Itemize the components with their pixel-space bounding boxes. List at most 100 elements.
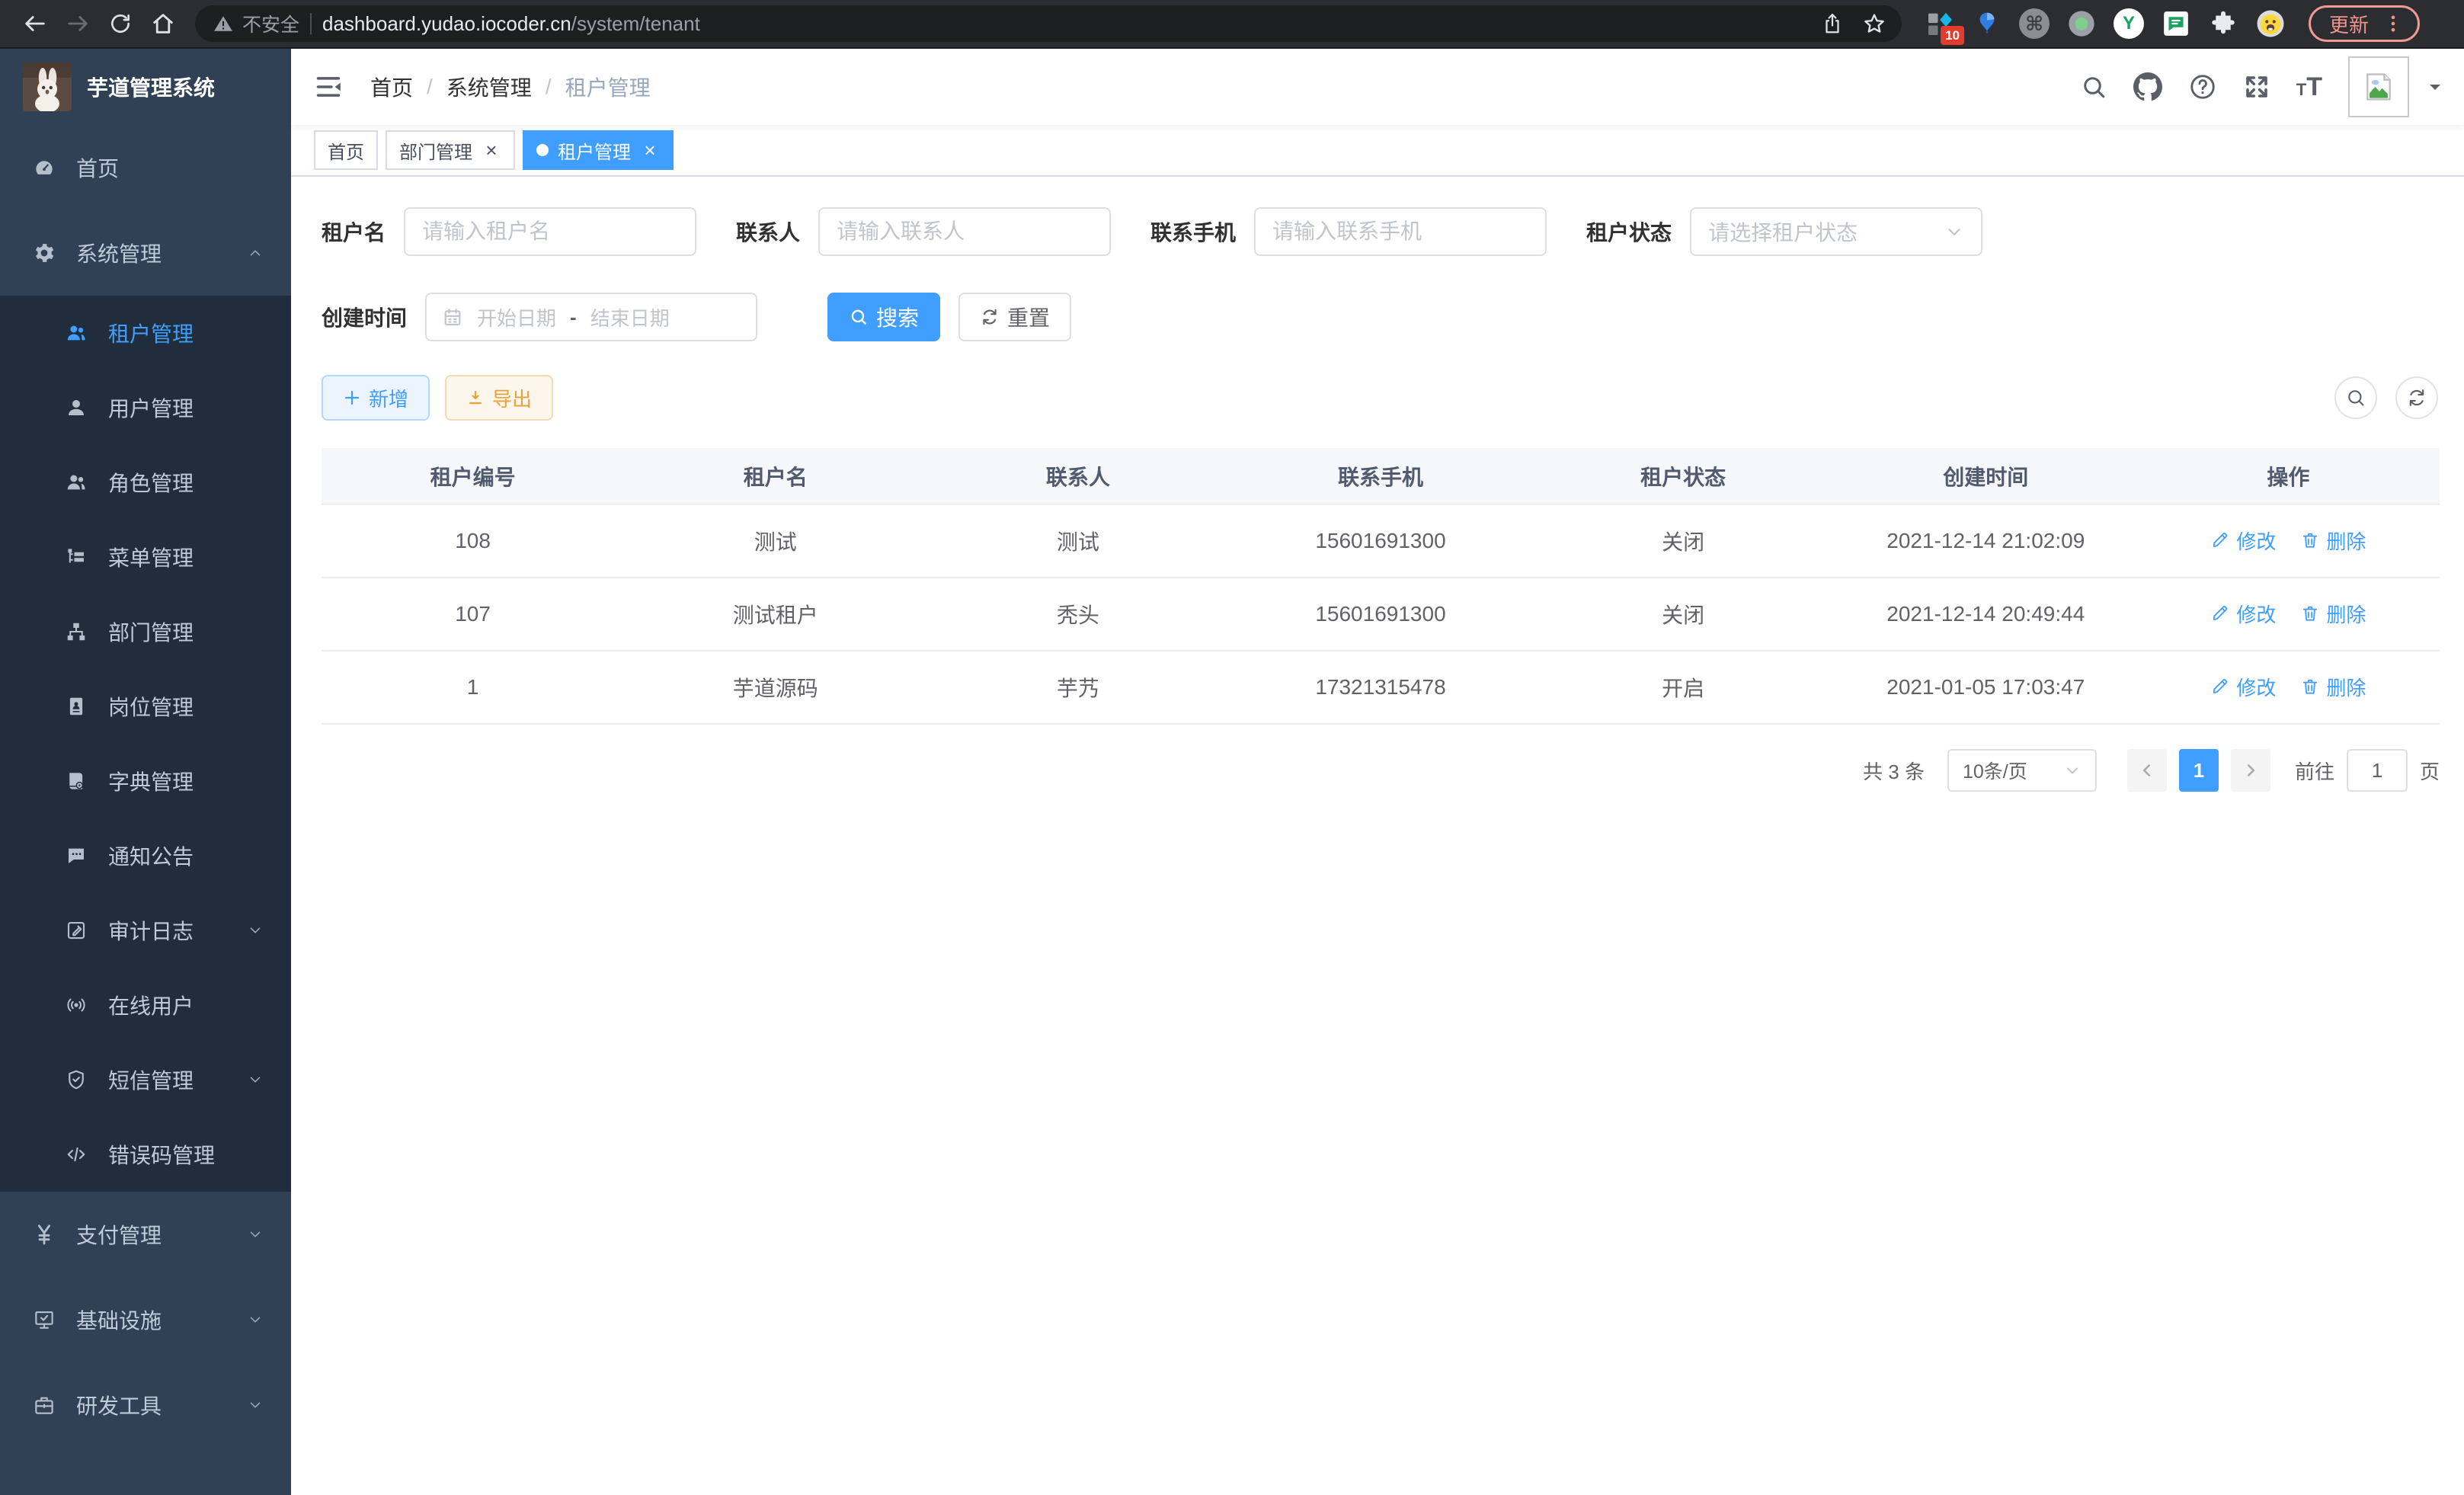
tab-label: 首页 (328, 137, 364, 164)
cell-name: 测试 (624, 504, 926, 578)
table-row: 107测试租户秃头15601691300关闭2021-12-14 20:49:4… (322, 578, 2440, 651)
breadcrumb-item: 租户管理 (565, 72, 651, 102)
page-size-select[interactable]: 10条/页 (1947, 749, 2097, 792)
url-text: dashboard.yudao.iocoder.cn/system/tenant (322, 12, 700, 36)
sidebar-item-role-management[interactable]: 角色管理 (0, 445, 291, 520)
tab-tenant-management[interactable]: 租户管理× (523, 130, 674, 170)
pagination: 共 3 条 10条/页 1 前往 页 (322, 749, 2440, 792)
calendar-icon (442, 306, 463, 328)
page-unit-label: 页 (2420, 757, 2440, 785)
sidebar-item-dict-management[interactable]: 字典管理 (0, 744, 291, 818)
chrome-update-button[interactable]: 更新 (2309, 5, 2420, 42)
extension-y-app-icon[interactable]: Y (2112, 7, 2146, 40)
avatar[interactable] (2348, 56, 2409, 117)
filter-contact: 联系人 (736, 207, 1111, 256)
prev-page-button[interactable] (2127, 749, 2167, 792)
sidebar-item-system-management[interactable]: 系统管理 (0, 210, 291, 296)
kebab-menu-icon[interactable] (2382, 13, 2404, 34)
export-button[interactable]: 导出 (445, 375, 553, 421)
search-button[interactable]: 搜索 (827, 293, 940, 341)
contact-input[interactable] (818, 207, 1111, 256)
browser-back-button[interactable] (15, 4, 55, 43)
edit-button[interactable]: 修改 (2210, 600, 2276, 628)
editlog-icon (62, 919, 90, 942)
sidebar-item-tenant-management[interactable]: 租户管理 (0, 296, 291, 370)
app-logo[interactable]: 芋道管理系统 (0, 49, 291, 125)
sidebar-item-pay-management[interactable]: 支付管理 (0, 1192, 291, 1277)
sidebar-item-user-management[interactable]: 用户管理 (0, 370, 291, 445)
sidebar-item-post-management[interactable]: 岗位管理 (0, 669, 291, 744)
bookmark-star-icon[interactable] (1862, 11, 1886, 36)
browser-home-button[interactable] (143, 4, 183, 43)
font-size-icon[interactable]: TT (2296, 74, 2322, 100)
current-page-button[interactable]: 1 (2179, 749, 2219, 792)
sidebar-item-infrastructure[interactable]: 基础设施 (0, 1277, 291, 1362)
edit-button[interactable]: 修改 (2210, 527, 2276, 555)
status-select-placeholder: 请选择租户状态 (1708, 216, 1858, 247)
date-separator: - (570, 306, 577, 329)
extension-recorder-icon[interactable] (2065, 7, 2098, 40)
filter-create-time: 创建时间 开始日期 - 结束日期 (322, 293, 757, 341)
extension-chat-icon[interactable] (2159, 7, 2193, 40)
cell-status: 开启 (1532, 651, 1835, 724)
hide-search-button[interactable] (2334, 376, 2377, 419)
date-range-picker[interactable]: 开始日期 - 结束日期 (425, 293, 757, 341)
sidebar-item-dept-management[interactable]: 部门管理 (0, 594, 291, 669)
delete-button[interactable]: 删除 (2300, 673, 2366, 701)
breadcrumb-item[interactable]: 系统管理 (446, 72, 532, 102)
cell-name: 芋道源码 (624, 651, 926, 724)
sidebar-item-audit-log[interactable]: 审计日志 (0, 893, 291, 968)
share-icon[interactable] (1821, 12, 1844, 35)
column-header: 联系手机 (1229, 448, 1531, 504)
extension-balloon-icon[interactable] (1970, 7, 2004, 40)
refresh-table-button[interactable] (2395, 376, 2438, 419)
fullscreen-icon[interactable] (2243, 73, 2270, 101)
header-search-icon[interactable] (2080, 73, 2107, 101)
delete-button[interactable]: 删除 (2300, 600, 2366, 628)
next-page-button[interactable] (2231, 749, 2270, 792)
sidebar-item-sms-management[interactable]: 短信管理 (0, 1042, 291, 1117)
delete-button[interactable]: 删除 (2300, 527, 2366, 555)
edit-button[interactable]: 修改 (2210, 673, 2276, 701)
sidebar-toggle-button[interactable] (314, 72, 358, 101)
sidebar-item-error-code-management[interactable]: 错误码管理 (0, 1117, 291, 1192)
start-date-placeholder[interactable]: 开始日期 (477, 303, 556, 331)
sidebar: 芋道管理系统 首页系统管理租户管理用户管理角色管理菜单管理部门管理岗位管理字典管… (0, 49, 291, 1495)
goto-page-input[interactable] (2347, 749, 2408, 792)
end-date-placeholder[interactable]: 结束日期 (590, 303, 670, 331)
tenant-name-input[interactable] (404, 207, 696, 256)
close-icon[interactable]: × (640, 140, 660, 160)
github-icon[interactable] (2133, 72, 2162, 101)
browser-toolbar: 不安全 dashboard.yudao.iocoder.cn/system/te… (0, 0, 2464, 49)
add-button[interactable]: 新增 (322, 375, 430, 421)
tab-home[interactable]: 首页 (314, 130, 378, 170)
extension-command-icon[interactable]: ⌘ (2018, 7, 2051, 40)
sidebar-item-notice[interactable]: 通知公告 (0, 818, 291, 893)
home-icon (150, 11, 176, 37)
sidebar-item-online-user[interactable]: 在线用户 (0, 968, 291, 1042)
sidebar-item-menu-management[interactable]: 菜单管理 (0, 520, 291, 594)
mobile-input[interactable] (1254, 207, 1547, 256)
status-select[interactable]: 请选择租户状态 (1690, 207, 1982, 256)
address-bar[interactable]: 不安全 dashboard.yudao.iocoder.cn/system/te… (195, 5, 1902, 42)
breadcrumb-item[interactable]: 首页 (370, 72, 413, 102)
sidebar-item-home[interactable]: 首页 (0, 125, 291, 210)
sidebar-item-label: 字典管理 (108, 766, 194, 796)
reset-button[interactable]: 重置 (958, 293, 1071, 341)
tab-dept-management[interactable]: 部门管理× (386, 130, 515, 170)
site-security-chip[interactable]: 不安全 (213, 10, 299, 37)
browser-reload-button[interactable] (101, 4, 140, 43)
chevron-left-icon (2137, 760, 2157, 780)
chevron-up-icon (247, 245, 264, 261)
sidebar-item-dev-tools[interactable]: 研发工具 (0, 1362, 291, 1448)
avatar-dropdown-caret[interactable] (2426, 78, 2444, 96)
extensions-puzzle-icon[interactable] (2206, 7, 2240, 40)
main-content: 租户名 联系人 联系手机 租户状态 请选择租户状态 (291, 177, 2464, 1495)
profile-emoji-icon[interactable] (2254, 7, 2287, 40)
chevron-down-icon (247, 922, 264, 939)
close-icon[interactable]: × (482, 140, 501, 160)
help-icon[interactable] (2188, 72, 2217, 101)
cell-mobile: 17321315478 (1229, 651, 1531, 724)
extension-keytab-icon[interactable]: 10 (1923, 7, 1957, 40)
browser-forward-button[interactable] (58, 4, 98, 43)
